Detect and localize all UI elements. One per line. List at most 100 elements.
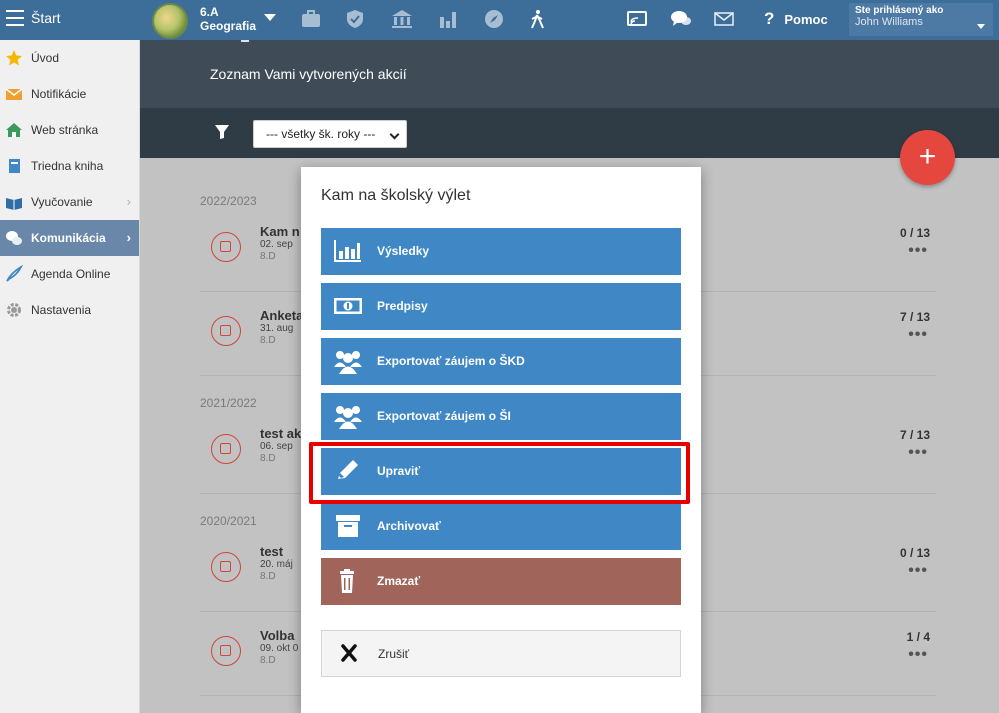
chevron-right-icon: › (126, 194, 131, 209)
user-dropdown-caret-icon (977, 24, 985, 29)
event-date: 02. sep (260, 239, 293, 250)
chat-icon[interactable] (670, 9, 692, 29)
start-link[interactable]: Štart (31, 10, 61, 26)
sidebar-item-komunikacia[interactable]: Komunikácia › (0, 220, 139, 256)
class-subject: Geografia (200, 19, 257, 33)
hamburger-menu-icon[interactable] (6, 10, 24, 26)
bank-icon[interactable] (391, 9, 413, 29)
stop-circle-icon[interactable] (211, 316, 241, 346)
event-date: 06. sep (260, 441, 293, 452)
results-label: Výsledky (377, 244, 430, 258)
sidebar: Úvod Notifikácie Web stránka Triedna kni… (0, 40, 140, 713)
sidebar-item-label: Triedna kniha (31, 159, 104, 173)
users-icon (334, 351, 362, 374)
sidebar-item-uvod[interactable]: Úvod (0, 40, 139, 76)
cancel-button[interactable]: Zrušiť (321, 630, 681, 677)
filter-bar: --- všetky šk. roky --- (140, 108, 999, 158)
help-link[interactable]: ? Pomoc (764, 9, 828, 29)
more-options-icon[interactable]: ••• (908, 444, 928, 462)
sidebar-item-label: Komunikácia (31, 231, 106, 245)
school-year-select-value: --- všetky šk. roky --- (266, 127, 376, 141)
mail-icon[interactable] (713, 9, 735, 29)
class-selector[interactable]: 6.A Geografia (200, 5, 256, 33)
top-bar: Štart 6.A Geografia ? Pomoc Ste prihlásen… (0, 0, 999, 40)
cancel-label: Zrušiť (378, 647, 410, 661)
star-icon (6, 50, 22, 66)
stop-circle-icon[interactable] (211, 636, 241, 666)
class-code: 6.A (200, 5, 219, 19)
archive-label: Archivovať (377, 519, 441, 533)
sidebar-item-label: Nastavenia (31, 303, 92, 317)
stop-circle-icon[interactable] (211, 232, 241, 262)
year-heading: 2020/2021 (200, 514, 257, 528)
sidebar-item-agenda-online[interactable]: Agenda Online (0, 256, 139, 292)
event-count: 7 / 13 (899, 310, 930, 324)
sidebar-item-web-stranka[interactable]: Web stránka (0, 112, 139, 148)
add-event-button[interactable]: + (900, 130, 955, 185)
class-avatar[interactable] (152, 3, 188, 39)
event-count: 1 / 4 (906, 630, 930, 644)
event-class: 8.D (260, 251, 276, 262)
results-button[interactable]: Výsledky (321, 228, 681, 275)
event-class: 8.D (260, 335, 276, 346)
book-icon (6, 198, 22, 210)
event-date: 31. aug (260, 323, 294, 334)
event-class: 8.D (260, 571, 276, 582)
more-options-icon[interactable]: ••• (908, 646, 928, 664)
user-caption: Ste prihlásený ako (855, 5, 944, 16)
sidebar-item-nastavenia[interactable]: Nastavenia (0, 292, 139, 328)
event-name: test ak (260, 426, 302, 441)
more-options-icon[interactable]: ••• (908, 562, 928, 580)
compass-icon[interactable] (483, 9, 505, 29)
delete-label: Zmazať (377, 574, 421, 588)
sidebar-item-notifikacie[interactable]: Notifikácie (0, 76, 139, 112)
gear-icon (7, 303, 21, 317)
event-class: 8.D (260, 453, 276, 464)
archive-box-icon (336, 515, 360, 537)
bar-chart-icon (334, 240, 361, 262)
stop-circle-icon[interactable] (211, 552, 241, 582)
user-name: John Williams (855, 16, 923, 28)
event-count: 0 / 13 (899, 226, 930, 240)
event-name: test (260, 544, 284, 559)
hiking-icon[interactable] (527, 9, 549, 29)
event-date: 20. máj (260, 559, 293, 570)
home-icon (6, 123, 22, 137)
help-label: Pomoc (784, 12, 828, 27)
export-si-label: Exportovať záujem o ŠI (377, 409, 511, 423)
briefcase-icon[interactable] (300, 9, 322, 29)
event-class: 8.D (260, 655, 276, 666)
bar-chart-icon[interactable] (437, 9, 459, 29)
shield-icon[interactable] (344, 9, 366, 29)
money-icon (334, 298, 362, 314)
notebook-icon (9, 159, 20, 173)
sidebar-item-label: Notifikácie (31, 87, 87, 101)
event-name: Kam n (260, 224, 300, 239)
more-options-icon[interactable]: ••• (908, 242, 928, 260)
sidebar-item-vyucovanie[interactable]: Vyučovanie › (0, 184, 139, 220)
stop-circle-icon[interactable] (211, 434, 241, 464)
class-dropdown-caret-icon[interactable] (264, 14, 276, 21)
page-title-fragment (241, 40, 249, 42)
delete-button[interactable]: Zmazať (321, 558, 681, 605)
filter-icon[interactable] (214, 124, 230, 140)
edit-button-highlight (309, 442, 690, 504)
chevron-right-icon: › (126, 230, 131, 245)
export-skd-button[interactable]: Exportovať záujem o ŠKD (321, 338, 681, 385)
question-icon: ? (764, 9, 775, 28)
event-count: 0 / 13 (899, 546, 930, 560)
event-count: 7 / 13 (899, 428, 930, 442)
year-heading: 2022/2023 (200, 194, 257, 208)
school-year-select[interactable]: --- všetky šk. roky --- (253, 120, 407, 148)
cast-icon[interactable] (626, 9, 648, 29)
more-options-icon[interactable]: ••• (908, 326, 928, 344)
event-date: 09. okt 0 (260, 643, 299, 654)
sidebar-item-triedna-kniha[interactable]: Triedna kniha (0, 148, 139, 184)
sidebar-item-label: Vyučovanie (31, 195, 93, 209)
sidebar-item-label: Web stránka (31, 123, 99, 137)
fees-button[interactable]: Predpisy (321, 283, 681, 330)
user-menu[interactable]: Ste prihlásený ako John Williams (849, 3, 993, 36)
export-si-button[interactable]: Exportovať záujem o ŠI (321, 393, 681, 440)
archive-button[interactable]: Archivovať (321, 503, 681, 550)
page-subtitle: Zoznam Vami vytvorených akcií (210, 66, 407, 82)
